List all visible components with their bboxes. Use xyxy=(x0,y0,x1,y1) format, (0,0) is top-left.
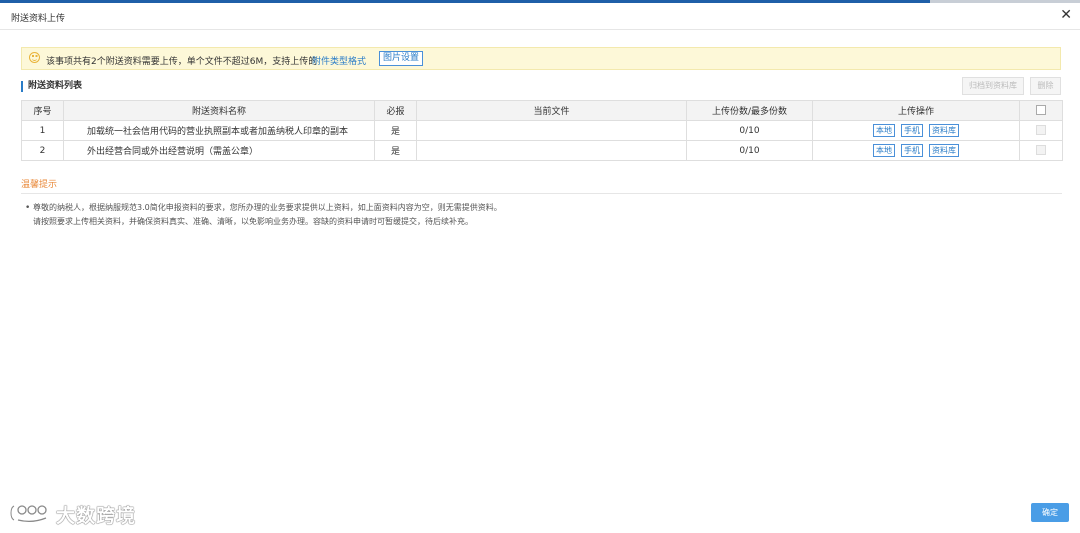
row-count: 0/10 xyxy=(686,120,813,141)
row-required: 是 xyxy=(374,140,417,161)
dialog-title: 附送资料上传 xyxy=(11,14,66,24)
row-index: 1 xyxy=(21,120,64,141)
image-settings-button[interactable]: 图片设置 xyxy=(379,51,424,66)
upload-library-button[interactable]: 资料库 xyxy=(929,124,959,137)
col-header-name: 附送资料名称 xyxy=(63,100,375,121)
row-name: 加载统一社会信用代码的营业执照副本或者加盖纳税人印章的副本 xyxy=(63,120,375,141)
row-upload-ops: 本地 手机 资料库 xyxy=(812,120,1020,141)
upload-library-button[interactable]: 资料库 xyxy=(929,144,959,157)
select-all-checkbox[interactable] xyxy=(1036,105,1046,116)
row-count: 0/10 xyxy=(686,140,813,161)
table-header-row: 序号 附送资料名称 必报 当前文件 上传份数/最多份数 上传操作 xyxy=(21,100,1063,121)
tips-divider xyxy=(21,193,1062,194)
row-name: 外出经营合同或外出经营说明（需盖公章） xyxy=(63,140,375,161)
upload-local-button[interactable]: 本地 xyxy=(873,124,895,137)
row-current-file xyxy=(416,140,687,161)
file-type-link[interactable]: 附件类型格式 xyxy=(312,54,366,67)
notice-text: 该事项共有2个附送资料需要上传，单个文件不超过6M，支持上传的 xyxy=(46,57,318,67)
confirm-button[interactable]: 确定 xyxy=(1031,503,1069,522)
smile-icon xyxy=(29,52,40,63)
row-select xyxy=(1019,120,1063,141)
watermark-text: 大数跨境 xyxy=(56,505,137,527)
col-header-required: 必报 xyxy=(374,100,417,121)
row-select xyxy=(1019,140,1063,161)
col-header-current-file: 当前文件 xyxy=(416,100,687,121)
upload-notice: 该事项共有2个附送资料需要上传，单个文件不超过6M，支持上传的 附件类型格式 图… xyxy=(21,47,1061,70)
delete-button[interactable]: 删除 xyxy=(1030,77,1061,95)
col-header-select xyxy=(1019,100,1063,121)
tips-bullet: • xyxy=(25,203,31,213)
upload-local-button[interactable]: 本地 xyxy=(873,144,895,157)
tips-line-1: 尊敬的纳税人，根据纳服规范3.0简化申报资料的要求，您所办理的业务要求提供以上资… xyxy=(33,203,502,212)
table-row: 2 外出经营合同或外出经营说明（需盖公章） 是 0/10 本地 手机 资料库 xyxy=(21,140,1063,161)
watermark-logo: 大数跨境 xyxy=(8,500,143,528)
row-checkbox[interactable] xyxy=(1036,125,1046,136)
row-current-file xyxy=(416,120,687,141)
upload-phone-button[interactable]: 手机 xyxy=(901,144,923,157)
upload-phone-button[interactable]: 手机 xyxy=(901,124,923,137)
col-header-upload-ops: 上传操作 xyxy=(812,100,1020,121)
col-header-index: 序号 xyxy=(21,100,64,121)
row-checkbox[interactable] xyxy=(1036,145,1046,156)
dialog-titlebar: 附送资料上传 ✕ xyxy=(0,3,1080,30)
archive-to-library-button[interactable]: 归档到资料库 xyxy=(962,77,1024,95)
tips-title: 温馨提示 xyxy=(21,180,58,190)
col-header-count: 上传份数/最多份数 xyxy=(686,100,813,121)
section-title: 附送资料列表 xyxy=(21,81,82,92)
row-required: 是 xyxy=(374,120,417,141)
attachments-table: 序号 附送资料名称 必报 当前文件 上传份数/最多份数 上传操作 1 加载统一社… xyxy=(21,100,1063,161)
tips-line-2: 请按照要求上传相关资料，并确保资料真实、准确、清晰，以免影响业务办理。容缺的资料… xyxy=(33,217,473,226)
row-index: 2 xyxy=(21,140,64,161)
watermark-mark-icon xyxy=(9,504,47,522)
table-row: 1 加载统一社会信用代码的营业执照副本或者加盖纳税人印章的副本 是 0/10 本… xyxy=(21,120,1063,141)
row-upload-ops: 本地 手机 资料库 xyxy=(812,140,1020,161)
close-icon[interactable]: ✕ xyxy=(1060,7,1072,23)
